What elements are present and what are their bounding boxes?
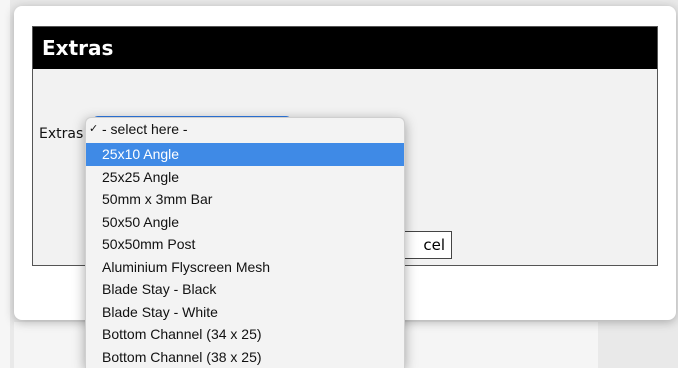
dropdown-option-flyscreen-mesh[interactable]: Aluminium Flyscreen Mesh	[86, 256, 404, 279]
dropdown-option-50x50mm-post[interactable]: 50x50mm Post	[86, 233, 404, 256]
option-label: - select here -	[102, 121, 188, 137]
option-label: Aluminium Flyscreen Mesh	[102, 258, 271, 275]
option-label: Blade Stay - White	[102, 303, 218, 320]
cancel-button-label: cel	[423, 236, 445, 254]
checkmark-icon: ✓	[89, 123, 99, 135]
option-label: 25x10 Angle	[102, 146, 180, 162]
background-strip	[0, 0, 10, 368]
option-label: Blade Stay - Black	[102, 281, 217, 297]
dropdown-option-bottom-channel-34[interactable]: Bottom Channel (34 x 25)	[86, 323, 404, 346]
extras-dropdown-list[interactable]: ✓ - select here - 25x10 Angle 25x25 Angl…	[85, 117, 405, 368]
dropdown-option-25x10-angle[interactable]: 25x10 Angle	[86, 143, 404, 166]
option-label: 50x50mm Post	[102, 236, 196, 252]
option-label: Bottom Channel (38 x 25)	[102, 348, 262, 365]
extras-label: Extras	[39, 126, 84, 142]
dropdown-option-bottom-channel-38[interactable]: Bottom Channel (38 x 25)	[86, 346, 404, 368]
panel-title: Extras	[33, 27, 657, 69]
dropdown-option-50x50-angle[interactable]: 50x50 Angle	[86, 211, 404, 234]
dropdown-option-select-here[interactable]: ✓ - select here -	[86, 118, 404, 141]
option-label: 50mm x 3mm Bar	[102, 191, 213, 207]
option-label: 50x50 Angle	[102, 213, 180, 230]
dropdown-option-50mm-bar[interactable]: 50mm x 3mm Bar	[86, 188, 404, 211]
option-label: Bottom Channel (34 x 25)	[102, 326, 262, 342]
option-label: 25x25 Angle	[102, 168, 180, 185]
dropdown-option-blade-stay-white[interactable]: Blade Stay - White	[86, 301, 404, 324]
dropdown-option-blade-stay-black[interactable]: Blade Stay - Black	[86, 278, 404, 301]
dropdown-option-25x25-angle[interactable]: 25x25 Angle	[86, 166, 404, 189]
